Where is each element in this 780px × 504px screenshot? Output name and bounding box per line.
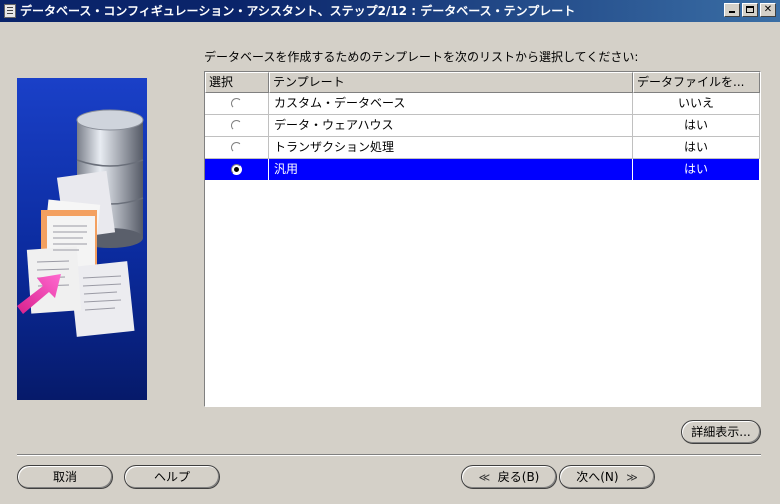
- help-button[interactable]: ヘルプ: [124, 465, 220, 489]
- template-radio[interactable]: [231, 98, 242, 109]
- template-radio[interactable]: [231, 142, 242, 153]
- next-button[interactable]: 次へ(N) ≫: [559, 465, 655, 489]
- template-name: データ・ウェアハウス: [269, 115, 633, 137]
- template-radio-checked[interactable]: [231, 164, 242, 175]
- instruction-text: データベースを作成するためのテンプレートを次のリストから選択してください:: [204, 50, 639, 64]
- table-row-selected[interactable]: 汎用 はい: [205, 159, 760, 181]
- back-button[interactable]: ≪ 戻る(B): [461, 465, 557, 489]
- chevron-right-icon: ≫: [626, 471, 638, 484]
- select-cell: [205, 159, 269, 181]
- template-table: 選択 テンプレート データファイルを... カスタム・データベース いいえ デー…: [204, 71, 761, 407]
- dialog-window: データベース・コンフィギュレーション・アシスタント、ステップ2/12 : データ…: [0, 0, 780, 504]
- chevron-left-icon: ≪: [478, 471, 491, 484]
- table-header: 選択 テンプレート データファイルを...: [205, 72, 760, 93]
- column-header-template[interactable]: テンプレート: [269, 72, 633, 93]
- title-bar: データベース・コンフィギュレーション・アシスタント、ステップ2/12 : データ…: [0, 0, 780, 22]
- wizard-illustration: [17, 78, 147, 400]
- table-row[interactable]: トランザクション処理 はい: [205, 137, 760, 159]
- minimize-icon: [729, 11, 735, 13]
- datafiles-value: いいえ: [633, 93, 760, 115]
- close-button[interactable]: ✕: [760, 3, 776, 17]
- datafiles-value: はい: [633, 137, 760, 159]
- template-radio[interactable]: [231, 120, 242, 131]
- window-title: データベース・コンフィギュレーション・アシスタント、ステップ2/12 : データ…: [20, 4, 576, 18]
- select-cell: [205, 137, 269, 159]
- datafiles-value: はい: [633, 115, 760, 137]
- button-divider: [17, 454, 761, 456]
- template-name: トランザクション処理: [269, 137, 633, 159]
- maximize-button[interactable]: [742, 3, 758, 17]
- app-icon: [4, 4, 16, 18]
- minimize-button[interactable]: [724, 3, 740, 17]
- table-row[interactable]: カスタム・データベース いいえ: [205, 93, 760, 115]
- template-name: カスタム・データベース: [269, 93, 633, 115]
- column-header-datafiles[interactable]: データファイルを...: [633, 72, 760, 93]
- details-button[interactable]: 詳細表示...: [681, 420, 761, 444]
- back-button-label: 戻る(B): [497, 470, 540, 484]
- select-cell: [205, 93, 269, 115]
- column-header-select[interactable]: 選択: [205, 72, 269, 93]
- table-row[interactable]: データ・ウェアハウス はい: [205, 115, 760, 137]
- close-icon: ✕: [763, 4, 773, 15]
- next-button-label: 次へ(N): [576, 470, 619, 484]
- database-documents-illustration: [17, 109, 144, 337]
- maximize-icon: [746, 6, 754, 13]
- window-controls: ✕: [724, 3, 776, 17]
- select-cell: [205, 115, 269, 137]
- cancel-button[interactable]: 取消: [17, 465, 113, 489]
- template-name: 汎用: [269, 159, 633, 181]
- datafiles-value: はい: [633, 159, 760, 181]
